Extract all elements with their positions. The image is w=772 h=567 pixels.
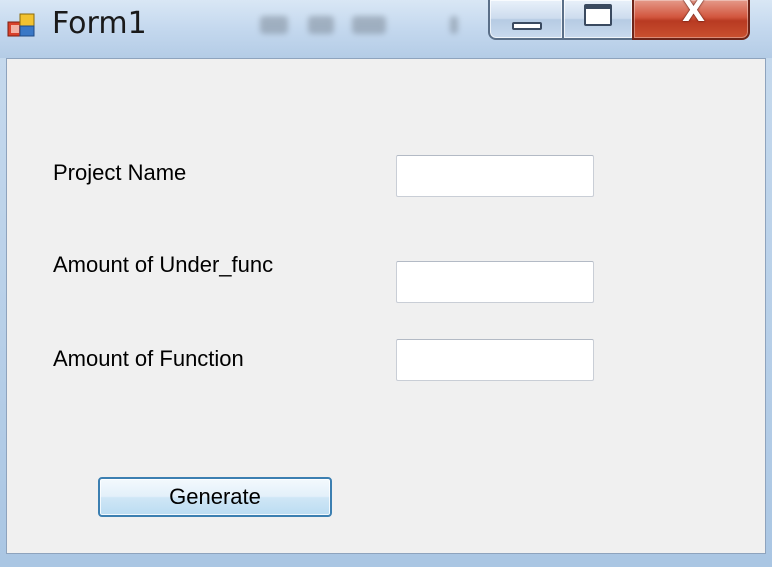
maximize-icon bbox=[584, 4, 612, 26]
form1-window: Form1 X Project Name Amount of Under_fun… bbox=[0, 0, 772, 567]
close-button[interactable]: X bbox=[632, 0, 750, 40]
function-amount-label: Amount of Function bbox=[53, 346, 244, 371]
generate-button[interactable]: Generate bbox=[98, 477, 332, 517]
minimize-button[interactable] bbox=[488, 0, 564, 40]
maximize-button[interactable] bbox=[562, 0, 634, 40]
project-name-input[interactable] bbox=[396, 155, 594, 197]
title-bar-blurred-toolbar bbox=[260, 8, 490, 44]
under-func-amount-input[interactable] bbox=[396, 261, 594, 303]
function-amount-input[interactable] bbox=[396, 339, 594, 381]
title-bar[interactable]: Form1 X bbox=[0, 0, 772, 58]
under-func-amount-label: Amount of Under_func bbox=[53, 252, 274, 277]
form-app-icon[interactable] bbox=[6, 10, 36, 40]
window-title: Form1 bbox=[52, 6, 147, 41]
minimize-icon bbox=[512, 22, 542, 30]
project-name-label: Project Name bbox=[53, 160, 187, 185]
close-icon: X bbox=[682, 0, 706, 29]
form-client-area: Project Name Amount of Under_func Amount… bbox=[6, 58, 766, 554]
